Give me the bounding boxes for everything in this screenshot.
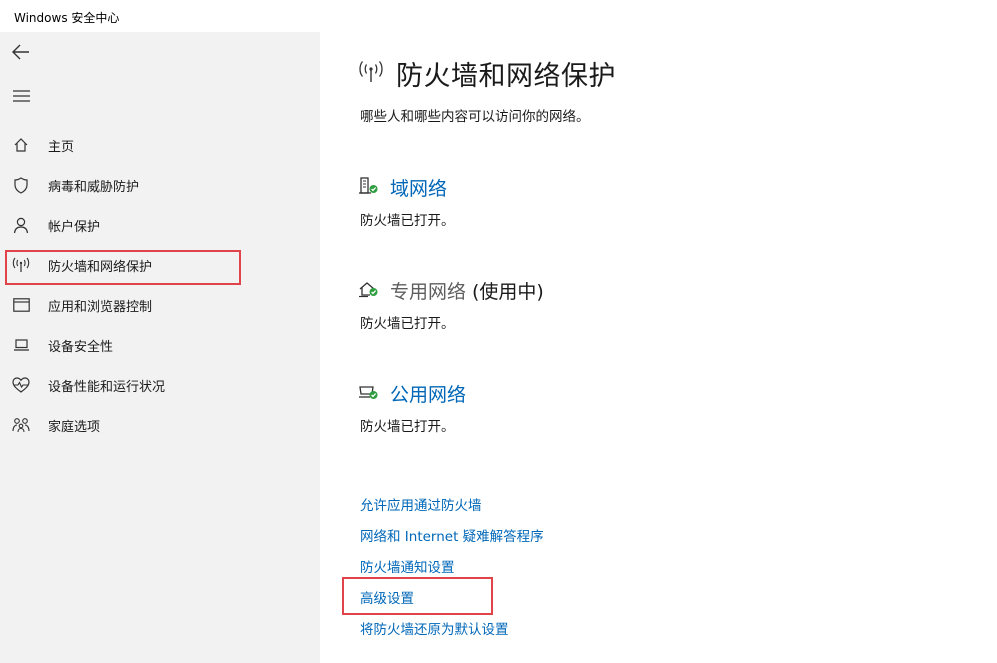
private-network-link[interactable]: 专用网络 bbox=[390, 277, 466, 304]
sidebar-item-label: 主页 bbox=[48, 139, 75, 155]
family-icon bbox=[11, 415, 31, 435]
advanced-settings-link[interactable]: 高级设置 bbox=[360, 587, 414, 607]
public-network-link[interactable]: 公用网络 bbox=[390, 380, 466, 407]
restore-firewall-defaults-link[interactable]: 将防火墙还原为默认设置 bbox=[360, 618, 509, 638]
shield-icon bbox=[11, 175, 31, 195]
sidebar-item-label: 家庭选项 bbox=[48, 419, 101, 435]
menu-button[interactable] bbox=[6, 81, 36, 111]
firewall-notification-settings-link[interactable]: 防火墙通知设置 bbox=[360, 556, 455, 576]
in-use-label: (使用中) bbox=[472, 281, 544, 303]
laptop-icon bbox=[11, 335, 31, 355]
page-header: 防火墙和网络保护 bbox=[358, 54, 616, 93]
heart-pulse-icon bbox=[11, 375, 31, 395]
wifi-antenna-icon bbox=[358, 60, 384, 88]
sidebar-item-home[interactable]: 主页 bbox=[0, 125, 320, 165]
sidebar-item-label: 病毒和威胁防护 bbox=[48, 179, 140, 195]
sidebar-item-label: 设备安全性 bbox=[48, 339, 114, 355]
wifi-antenna-icon bbox=[11, 255, 31, 275]
allow-app-through-firewall-link[interactable]: 允许应用通过防火墙 bbox=[360, 494, 482, 514]
sidebar: 主页 病毒和威胁防护 帐户保护 防火墙和网络保护 应用和浏览器控制 设备安全性 … bbox=[0, 32, 320, 663]
network-troubleshooter-link[interactable]: 网络和 Internet 疑难解答程序 bbox=[360, 525, 544, 545]
sidebar-item-account-protection[interactable]: 帐户保护 bbox=[0, 205, 320, 245]
page-description: 哪些人和哪些内容可以访问你的网络。 bbox=[360, 109, 590, 125]
sidebar-item-app-browser-control[interactable]: 应用和浏览器控制 bbox=[0, 285, 320, 325]
sidebar-item-label: 防火墙和网络保护 bbox=[48, 259, 153, 275]
page-title: 防火墙和网络保护 bbox=[396, 61, 616, 92]
hamburger-icon bbox=[12, 90, 30, 102]
sidebar-item-device-security[interactable]: 设备安全性 bbox=[0, 325, 320, 365]
sidebar-item-device-performance[interactable]: 设备性能和运行状况 bbox=[0, 365, 320, 405]
private-network-status: 防火墙已打开。 bbox=[360, 316, 455, 332]
domain-network-link[interactable]: 域网络 bbox=[390, 174, 447, 201]
sidebar-item-label: 应用和浏览器控制 bbox=[48, 299, 153, 315]
person-icon bbox=[11, 215, 31, 235]
public-network-ok-icon bbox=[358, 382, 380, 406]
domain-network-section: 域网络 防火墙已打开。 bbox=[358, 174, 455, 229]
home-icon bbox=[11, 135, 31, 155]
public-network-section: 公用网络 防火墙已打开。 bbox=[358, 380, 466, 435]
sidebar-item-family-options[interactable]: 家庭选项 bbox=[0, 405, 320, 445]
domain-network-status: 防火墙已打开。 bbox=[360, 213, 455, 229]
sidebar-item-label: 设备性能和运行状况 bbox=[48, 379, 166, 395]
title-bar: Windows 安全中心 bbox=[0, 0, 997, 32]
sidebar-item-firewall[interactable]: 防火墙和网络保护 bbox=[0, 245, 320, 285]
window: Windows 安全中心 主页 病毒和威胁防护 帐户保护 防火墙和网络保护 应用… bbox=[0, 0, 997, 663]
back-button[interactable] bbox=[6, 37, 36, 67]
browser-window-icon bbox=[11, 295, 31, 315]
public-network-status: 防火墙已打开。 bbox=[360, 419, 455, 435]
private-network-ok-icon bbox=[358, 279, 380, 303]
sidebar-item-virus-protection[interactable]: 病毒和威胁防护 bbox=[0, 165, 320, 205]
window-title: Windows 安全中心 bbox=[14, 11, 120, 25]
back-arrow-icon bbox=[12, 44, 29, 60]
sidebar-item-label: 帐户保护 bbox=[48, 219, 101, 235]
private-network-section: 专用网络 (使用中) 防火墙已打开。 bbox=[358, 277, 544, 332]
domain-network-ok-icon bbox=[358, 176, 380, 200]
main-content: 防火墙和网络保护 哪些人和哪些内容可以访问你的网络。 域网络 防火墙已打开。 专… bbox=[320, 32, 997, 663]
